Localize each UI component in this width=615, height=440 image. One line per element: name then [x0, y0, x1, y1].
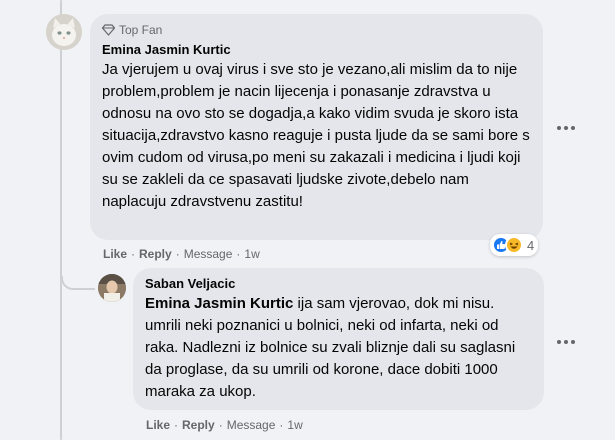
reply-bubble: Saban Veljacic Emina Jasmin Kurtic ija s…: [133, 268, 544, 410]
reaction-count: 4: [527, 237, 535, 253]
thread-line: [60, 0, 62, 440]
reply-more-options-button[interactable]: [554, 330, 578, 354]
reply-text: Emina Jasmin Kurtic ija sam vjerovao, do…: [145, 293, 532, 403]
reply-author[interactable]: Saban Veljacic: [145, 276, 532, 292]
diamond-icon: [102, 24, 115, 36]
dot-icon: [564, 340, 568, 344]
like-button[interactable]: Like: [103, 247, 127, 261]
haha-icon: [505, 236, 523, 254]
badge-label: Top Fan: [119, 23, 163, 37]
reply-connector: [61, 276, 95, 290]
timestamp[interactable]: 1w: [244, 247, 259, 261]
comment-actions: Like · Reply · Message · 1w: [103, 247, 260, 261]
dot-icon: [564, 126, 568, 130]
message-label: Message: [226, 418, 276, 432]
reply-actions: Like · Reply · Message · 1w: [146, 418, 303, 432]
mention-link[interactable]: Emina Jasmin Kurtic: [145, 295, 293, 312]
top-fan-badge: Top Fan: [102, 22, 531, 38]
separator-dot: ·: [175, 247, 180, 261]
reply-button[interactable]: Reply: [139, 247, 172, 261]
comment-bubble: Top Fan Emina Jasmin Kurtic Ja vjerujem …: [90, 14, 543, 240]
separator-dot: ·: [279, 418, 284, 432]
dot-icon: [571, 126, 575, 130]
comment-text: Ja vjerujem u ovaj virus i sve sto je ve…: [102, 61, 530, 210]
separator-dot: ·: [218, 418, 223, 432]
reply-button[interactable]: Reply: [182, 418, 215, 432]
separator-dot: ·: [236, 247, 241, 261]
reaction-summary[interactable]: 4: [490, 234, 539, 256]
dot-icon: [571, 340, 575, 344]
separator-dot: ·: [174, 418, 179, 432]
timestamp[interactable]: 1w: [287, 418, 302, 432]
dot-icon: [557, 340, 561, 344]
separator-dot: ·: [131, 247, 136, 261]
person-avatar-image: [98, 274, 126, 302]
message-label: Message: [183, 247, 233, 261]
dot-icon: [557, 126, 561, 130]
cat-avatar-image: [46, 14, 82, 50]
more-options-button[interactable]: [554, 116, 578, 140]
reply-avatar[interactable]: [98, 274, 126, 302]
avatar[interactable]: [46, 14, 82, 50]
like-button[interactable]: Like: [146, 418, 170, 432]
comment-author[interactable]: Emina Jasmin Kurtic: [102, 42, 531, 58]
